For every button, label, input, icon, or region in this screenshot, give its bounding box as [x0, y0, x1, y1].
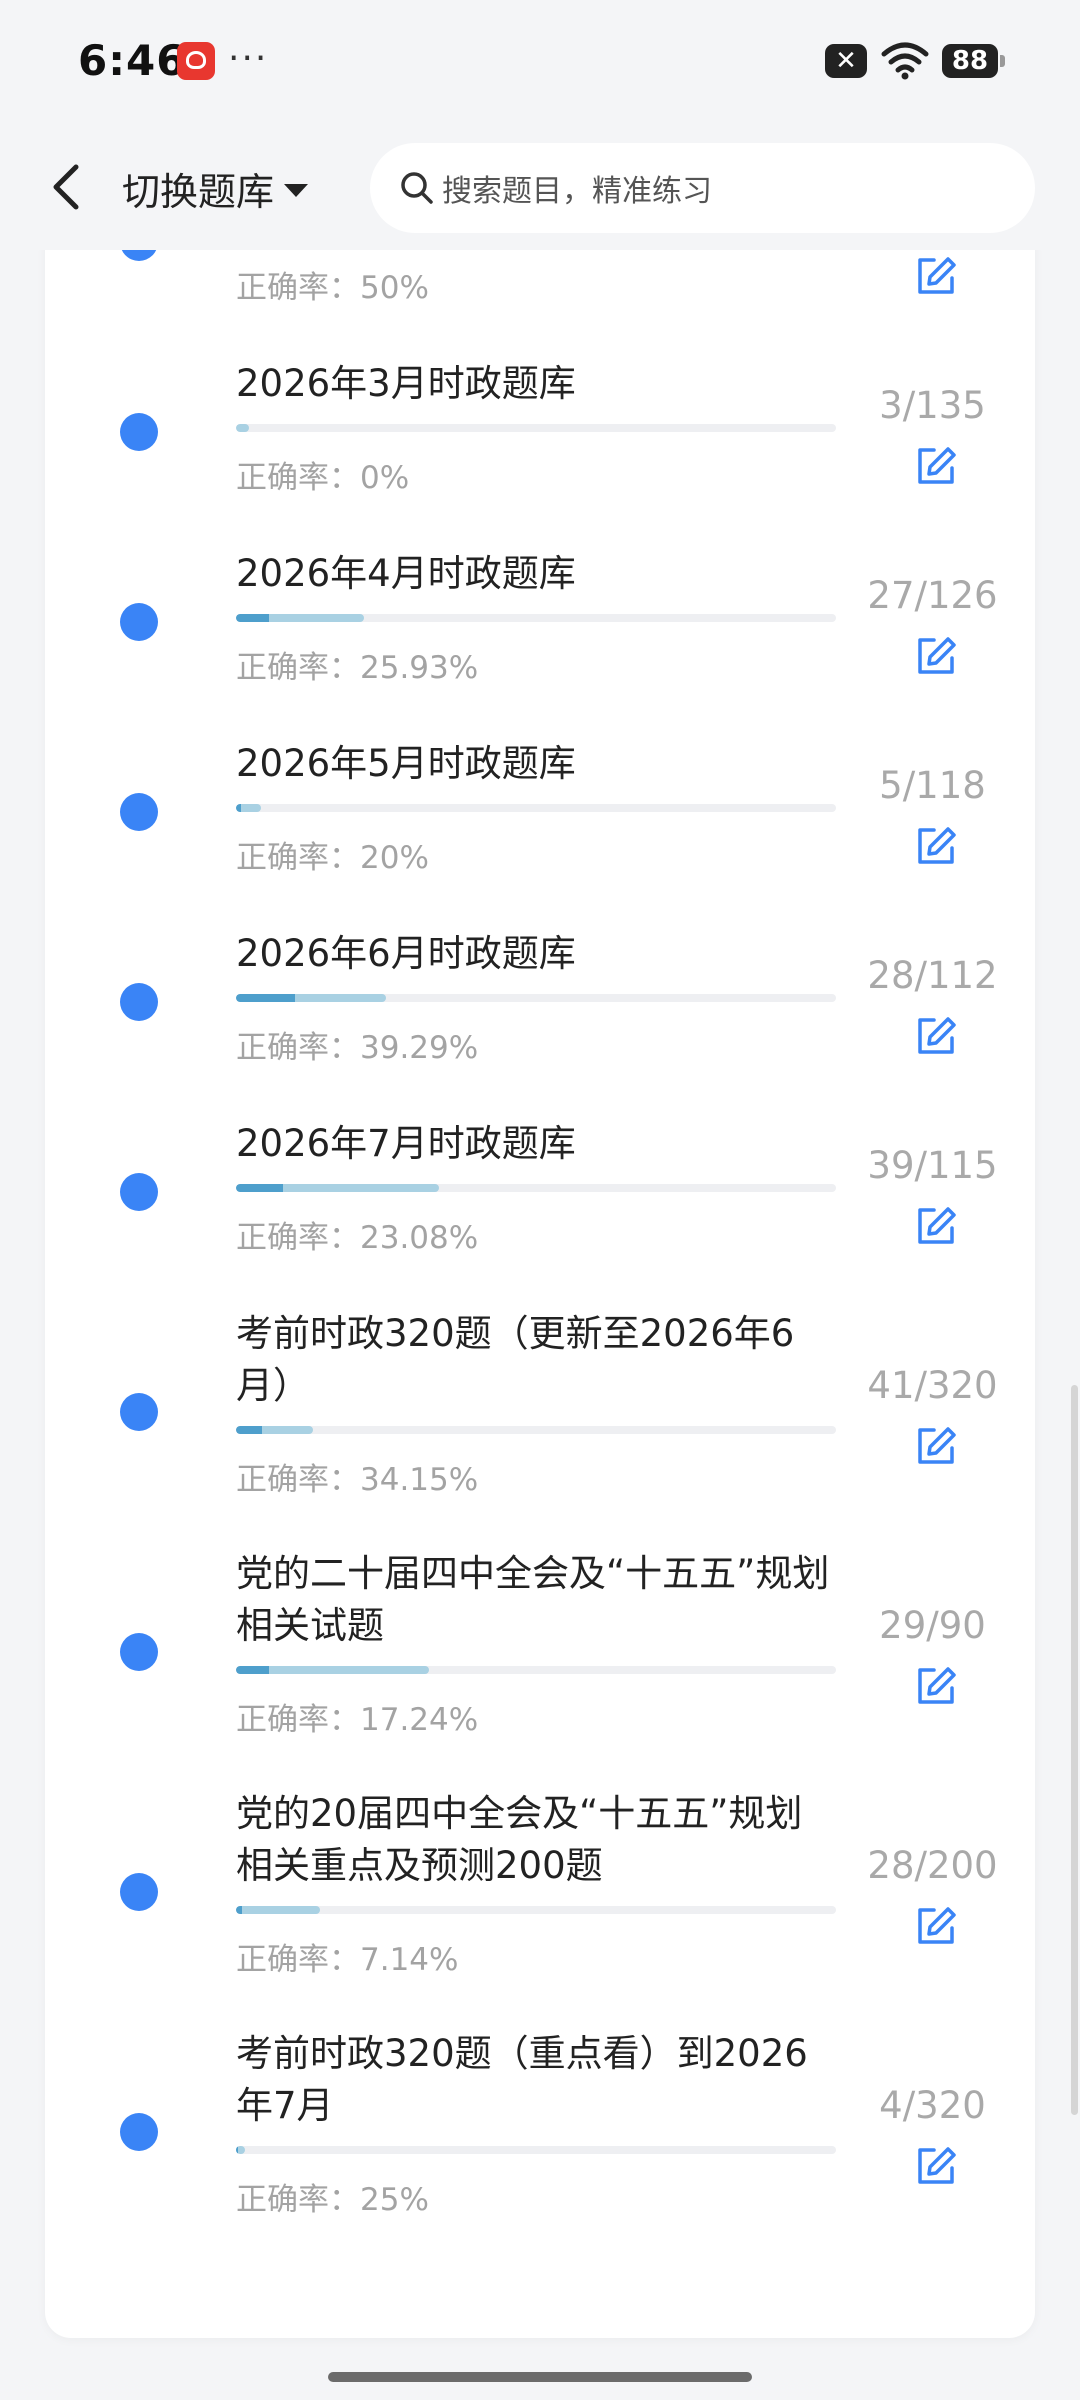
wifi-icon [881, 42, 929, 80]
search-bar[interactable]: 搜索题目，精准练习 [370, 143, 1035, 233]
progress-bar [236, 2146, 836, 2154]
accuracy-text: 正确率：7.14% [236, 1942, 459, 1978]
battery-indicator: 88 [942, 44, 1005, 78]
progress-fill [236, 1906, 320, 1914]
edit-practice-icon[interactable] [914, 1014, 958, 1058]
progress-bar [236, 1666, 836, 1674]
question-bank-item[interactable]: 考前时政320题（更新至2026年6月） 正确率：34.15% 41/320 [45, 1300, 1035, 1524]
question-bank-item[interactable]: 2026年6月时政题库正确率：39.29% 28/112 [45, 920, 1035, 1092]
edit-practice-icon[interactable] [914, 2144, 958, 2188]
accuracy-text: 正确率：34.15% [236, 1462, 479, 1498]
question-bank-card: 2026年2月时政题库正确率：50%4/1092026年3月时政题库正确率：0%… [45, 220, 1035, 2338]
question-bank-item[interactable]: 党的二十届四中全会及“十五五”规划相关试题正确率：17.24% 29/90 [45, 1540, 1035, 1764]
status-dot [120, 603, 158, 641]
gesture-nav-bar[interactable] [328, 2372, 752, 2382]
top-nav-bar: 切换题库 搜索题目，精准练习 [0, 125, 1080, 250]
item-title: 2026年3月时政题库 [236, 362, 576, 405]
switch-question-bank-dropdown[interactable]: 切换题库 [122, 161, 309, 216]
progress-count: 4/320 [879, 2084, 986, 2127]
status-dot [120, 1393, 158, 1431]
scrollbar[interactable] [1071, 1385, 1078, 2115]
no-sim-icon: ✕ [825, 44, 867, 78]
accuracy-text: 正确率：50% [236, 270, 429, 306]
edit-practice-icon[interactable] [914, 634, 958, 678]
accuracy-text: 正确率：0% [236, 460, 410, 496]
accuracy-fill [236, 804, 242, 812]
question-bank-item[interactable]: 2026年5月时政题库正确率：20% 5/118 [45, 730, 1035, 902]
progress-bar [236, 1906, 836, 1914]
progress-count: 41/320 [867, 1364, 998, 1407]
edit-practice-icon[interactable] [914, 1904, 958, 1948]
item-title: 2026年5月时政题库 [236, 742, 576, 785]
question-bank-item[interactable]: 党的20届四中全会及“十五五”规划相关重点及预测200题正确率：7.14% 28/… [45, 1780, 1035, 2004]
switch-question-bank-label: 切换题库 [122, 170, 275, 214]
progress-count: 27/126 [867, 574, 998, 617]
accuracy-text: 正确率：39.29% [236, 1030, 479, 1066]
progress-count: 5/118 [879, 764, 986, 807]
progress-fill [236, 424, 250, 432]
accuracy-fill [236, 614, 270, 622]
search-placeholder: 搜索题目，精准练习 [442, 174, 712, 209]
status-dot [120, 793, 158, 831]
item-title: 2026年7月时政题库 [236, 1122, 576, 1165]
edit-practice-icon[interactable] [914, 824, 958, 868]
progress-count: 29/90 [879, 1604, 986, 1647]
accuracy-text: 正确率：20% [236, 840, 429, 876]
accuracy-fill [236, 2146, 239, 2154]
edit-practice-icon[interactable] [914, 1424, 958, 1468]
edit-practice-icon[interactable] [914, 1664, 958, 1708]
question-bank-item[interactable]: 2026年4月时政题库正确率：25.93% 27/126 [45, 540, 1035, 712]
accuracy-fill [236, 994, 295, 1002]
accuracy-text: 正确率：25% [236, 2182, 429, 2218]
status-dot [120, 983, 158, 1021]
item-title: 2026年6月时政题库 [236, 932, 576, 975]
caret-down-icon [284, 184, 309, 197]
accuracy-fill [236, 1184, 283, 1192]
accuracy-fill [236, 1906, 242, 1914]
accuracy-fill [236, 1426, 263, 1434]
accuracy-text: 正确率：23.08% [236, 1220, 479, 1256]
status-dot [120, 2113, 158, 2151]
accuracy-fill [236, 1666, 270, 1674]
item-title: 2026年4月时政题库 [236, 552, 576, 595]
accuracy-text: 正确率：17.24% [236, 1702, 479, 1738]
edit-practice-icon[interactable] [914, 254, 958, 298]
progress-bar [236, 804, 836, 812]
status-bar: 6:46 ··· ✕ 88 [0, 0, 1080, 125]
progress-bar [236, 1426, 836, 1434]
progress-count: 28/112 [867, 954, 998, 997]
item-title: 考前时政320题（重点看）到2026年7月 [236, 2032, 808, 2127]
search-icon [401, 172, 433, 204]
shopping-app-icon [177, 42, 215, 80]
question-bank-item[interactable]: 考前时政320题（重点看）到2026年7月正确率：25% 4/320 [45, 2020, 1035, 2244]
status-time: 6:46 [78, 36, 187, 85]
item-title: 党的20届四中全会及“十五五”规划相关重点及预测200题 [236, 1792, 803, 1887]
status-dot [120, 1633, 158, 1671]
progress-bar [236, 424, 836, 432]
progress-bar [236, 994, 836, 1002]
status-dot [120, 1173, 158, 1211]
progress-count: 28/200 [867, 1844, 998, 1887]
question-bank-item[interactable]: 2026年3月时政题库正确率：0% 3/135 [45, 350, 1035, 522]
back-arrow-icon[interactable] [40, 155, 96, 219]
question-bank-item[interactable]: 2026年7月时政题库正确率：23.08% 39/115 [45, 1110, 1035, 1282]
edit-practice-icon[interactable] [914, 444, 958, 488]
status-dot [120, 413, 158, 451]
edit-practice-icon[interactable] [914, 1204, 958, 1248]
progress-bar [236, 614, 836, 622]
accuracy-text: 正确率：25.93% [236, 650, 479, 686]
item-title: 考前时政320题（更新至2026年6月） [236, 1312, 795, 1407]
item-title: 党的二十届四中全会及“十五五”规划相关试题 [236, 1552, 830, 1647]
progress-count: 39/115 [867, 1144, 998, 1187]
progress-bar [236, 1184, 836, 1192]
progress-count: 3/135 [879, 384, 986, 427]
more-notifications-icon: ··· [228, 38, 269, 79]
status-dot [120, 1873, 158, 1911]
